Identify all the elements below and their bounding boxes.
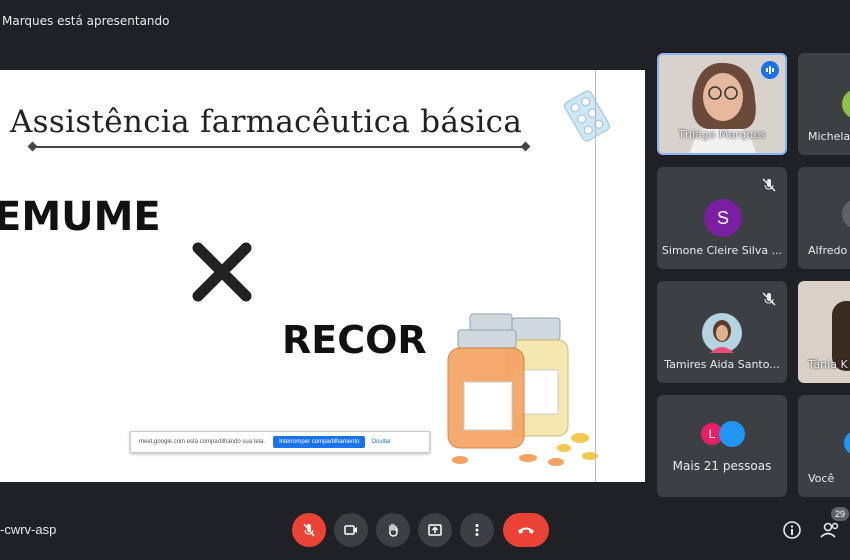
participant-tile[interactable]: S Simone Cleire Silva ... [657,167,787,269]
leave-call-button[interactable] [503,513,549,547]
avatar [719,421,745,447]
participant-tile[interactable]: Tamires Aida Santo... [657,281,787,383]
mic-off-icon [303,523,315,537]
present-screen-button[interactable] [418,513,452,547]
participant-tile[interactable]: Alfredo [798,167,850,269]
present-icon [428,524,442,536]
participant-name: Mais 21 pessoas [672,459,772,473]
raise-hand-button[interactable] [376,513,410,547]
participant-name: Simone Cleire Silva ... [661,244,783,257]
participant-name: Tamires Aida Santo... [664,358,780,371]
pill-pack-icon [563,90,611,142]
avatar: S [704,199,742,237]
slide-right-word: RECOR [282,318,427,362]
title-divider [27,141,531,152]
meeting-info-button[interactable] [782,520,802,540]
participant-count-badge: 29 [831,507,849,521]
presenting-header: Marques está apresentando [0,0,850,44]
self-tile[interactable]: Você [798,395,850,497]
slide-edge-line [595,70,596,482]
presenter-label: Marques está apresentando [2,14,170,28]
more-options-button[interactable] [460,513,494,547]
participant-tile[interactable]: Thiago Marques [657,53,787,155]
medicine-bottles-icon [447,313,598,466]
microphone-off-button[interactable] [292,513,326,547]
slide-title: Assistência farmacêutica básica [10,104,523,140]
meeting-code: -cwrv-asp [0,522,57,537]
stop-sharing-button[interactable]: Interromper compartilhamento [273,436,366,448]
participant-name: Alfredo [808,244,848,257]
presented-slide: Assistência farmacêutica básica EMUME RE… [0,70,645,482]
mic-off-icon [762,178,776,192]
mic-off-icon [762,292,776,306]
participant-name: Thiago Marques [678,128,766,141]
avatar [842,89,850,119]
hand-icon [389,523,398,537]
more-vert-icon [475,524,479,536]
hide-notice-button[interactable]: Ocultar [371,439,390,445]
screen-share-notice: meet.google.com está compartilhando sua … [130,431,430,453]
participant-name: Você [808,472,835,485]
camera-button[interactable] [334,513,368,547]
participant-tile[interactable]: Michela [798,53,850,155]
participant-tile[interactable]: Tânia K [798,281,850,383]
hang-up-icon [518,527,534,534]
share-message: meet.google.com está compartilhando sua … [139,439,266,445]
camera-icon [344,525,357,535]
avatar [842,199,850,229]
speaking-indicator-icon [761,61,779,79]
participant-name: Michela [808,130,850,143]
info-icon [783,521,801,539]
people-button[interactable] [820,520,842,540]
versus-x-icon [192,242,252,302]
participant-name: Tânia K [808,358,848,371]
avatar [844,431,850,455]
avatar [702,313,742,353]
slide-left-word: EMUME [0,194,161,240]
more-participants-tile[interactable]: L Mais 21 pessoas [657,395,787,497]
people-icon [820,522,839,538]
